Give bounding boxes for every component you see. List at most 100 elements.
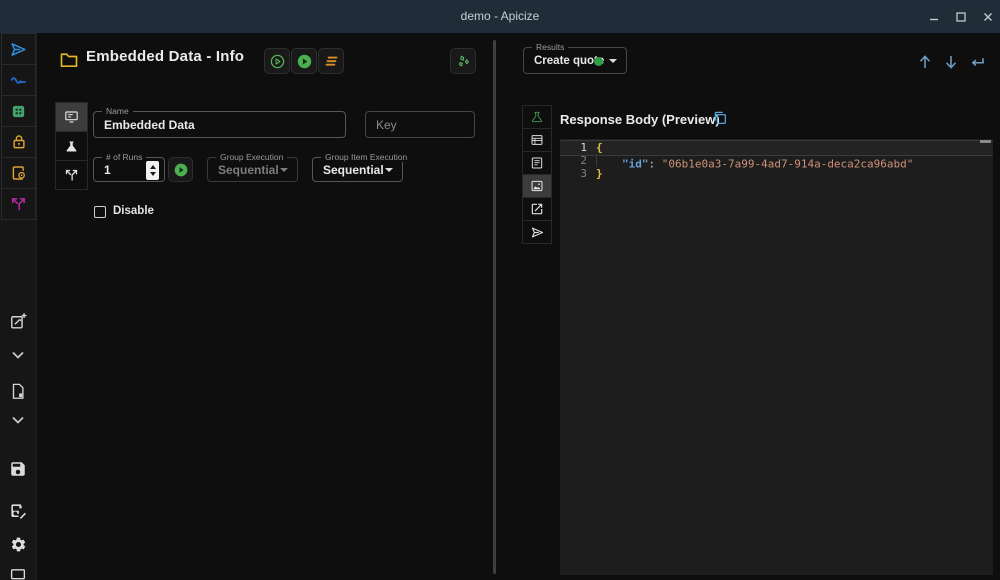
seed-data-icon	[455, 53, 472, 70]
code-token: }	[596, 167, 603, 180]
file-icon	[9, 382, 27, 401]
arrow-up-icon	[916, 53, 934, 71]
flask-icon	[64, 139, 79, 154]
save-as-icon	[9, 502, 28, 521]
chevron-down-icon	[385, 168, 393, 172]
next-result-button[interactable]	[942, 53, 960, 71]
key-field[interactable]: Key	[365, 111, 475, 138]
tab-headers[interactable]	[522, 128, 552, 152]
code-token: {	[596, 141, 603, 154]
sidebar-nav	[1, 34, 36, 220]
sidebar-item-requests[interactable]	[1, 33, 36, 65]
line-number: 1	[560, 141, 596, 155]
tab-request[interactable]	[522, 220, 552, 244]
tab-info[interactable]	[55, 102, 88, 132]
body-text-icon	[530, 156, 544, 170]
chevron-down-icon	[11, 415, 25, 425]
close-button[interactable]	[979, 8, 997, 26]
title-bar: demo - Apicize	[0, 0, 1000, 33]
sidebar-item-proxies[interactable]	[1, 188, 36, 220]
new-entry-button[interactable]	[8, 311, 28, 331]
maximize-button[interactable]	[952, 8, 970, 26]
name-field[interactable]: Name Embedded Data	[93, 111, 346, 138]
results-select[interactable]: Results Create quote	[523, 47, 627, 74]
save-button[interactable]	[8, 459, 28, 479]
seed-data-button[interactable]	[450, 48, 476, 74]
runs-stepper[interactable]	[146, 161, 159, 180]
results-tab-bar	[522, 106, 552, 244]
lock-icon	[10, 133, 28, 151]
settings-button[interactable]	[8, 534, 28, 554]
run-icon	[173, 162, 189, 178]
disable-checkbox-label: Disable	[113, 205, 154, 217]
group-execution-select[interactable]: Group Execution Sequential	[207, 157, 298, 182]
stepper-down-icon[interactable]	[150, 172, 156, 176]
window-title: demo - Apicize	[0, 0, 1000, 33]
line-number: 2	[560, 154, 596, 168]
sidebar-item-data[interactable]	[1, 95, 36, 127]
previous-result-button[interactable]	[916, 53, 934, 71]
return-to-group-button[interactable]	[968, 53, 986, 71]
line-number: 3	[560, 167, 596, 181]
split-icon	[10, 196, 27, 213]
left-sidebar: ?	[0, 33, 37, 580]
flow-icon	[9, 71, 28, 90]
group-item-execution-value: Sequential	[323, 158, 394, 181]
tab-body-text[interactable]	[522, 151, 552, 175]
display-icon	[9, 567, 27, 580]
group-item-execution-select[interactable]: Group Item Execution Sequential	[312, 157, 403, 182]
page-title: Embedded Data - Info	[86, 48, 244, 65]
collapse-files-button[interactable]	[8, 410, 28, 430]
run-once-button[interactable]	[264, 48, 290, 74]
runs-field[interactable]: # of Runs 1	[93, 157, 165, 182]
stepper-up-icon[interactable]	[150, 165, 156, 169]
save-as-button[interactable]	[8, 501, 28, 521]
code-line[interactable]: 3 }	[560, 167, 993, 181]
tab-test-results[interactable]	[522, 105, 552, 129]
chevron-down-icon	[609, 59, 617, 63]
file-button[interactable]	[8, 381, 28, 401]
close-icon	[982, 11, 994, 23]
info-display-icon	[63, 109, 80, 125]
status-dot	[594, 57, 603, 66]
editor-tab-bar	[55, 103, 88, 190]
response-body-editor[interactable]: 1 { 2 "id": "06b1e0a3-7a99-4ad7-914a-dec…	[560, 139, 993, 575]
copy-icon	[712, 110, 728, 126]
copy-button[interactable]	[712, 110, 728, 126]
response-body-title: Response Body (Preview)	[560, 112, 720, 127]
run-multiple-icon	[323, 53, 340, 70]
minimize-button[interactable]	[925, 8, 943, 26]
scrollbar-thumb[interactable]	[980, 140, 991, 143]
results-panel: Results Create quote	[500, 33, 1000, 580]
code-line[interactable]: 2 "id": "06b1e0a3-7a99-4ad7-914a-deca2ca…	[560, 154, 993, 168]
run-once-icon	[269, 53, 286, 70]
panel-splitter[interactable]	[493, 40, 496, 574]
chevron-down-icon	[11, 350, 25, 360]
flask-icon	[530, 110, 544, 124]
certificate-icon	[10, 164, 28, 182]
minimize-icon	[928, 11, 940, 23]
sidebar-item-authorizations[interactable]	[1, 126, 36, 158]
disable-checkbox[interactable]	[94, 206, 106, 218]
run-button[interactable]	[291, 48, 317, 74]
tab-body-preview[interactable]	[522, 174, 552, 198]
folder-icon	[60, 52, 78, 67]
sidebar-item-scenarios[interactable]	[1, 64, 36, 96]
headers-table-icon	[530, 133, 544, 147]
group-execution-value: Sequential	[218, 158, 289, 181]
results-select-value: Create quote	[534, 48, 618, 73]
maximize-icon	[955, 11, 967, 23]
run-multiple-button[interactable]	[318, 48, 344, 74]
body-preview-icon	[530, 179, 544, 193]
app-window: demo - Apicize	[0, 0, 1000, 580]
send-icon	[530, 225, 545, 240]
tab-test[interactable]	[55, 131, 88, 161]
tab-open-external[interactable]	[522, 197, 552, 221]
send-icon	[9, 40, 28, 59]
run-group-button[interactable]	[168, 157, 193, 182]
tab-flow[interactable]	[55, 160, 88, 190]
return-icon	[968, 53, 986, 71]
collapse-requests-button[interactable]	[8, 345, 28, 365]
sidebar-item-certificates[interactable]	[1, 157, 36, 189]
display-settings-button[interactable]	[8, 565, 28, 580]
